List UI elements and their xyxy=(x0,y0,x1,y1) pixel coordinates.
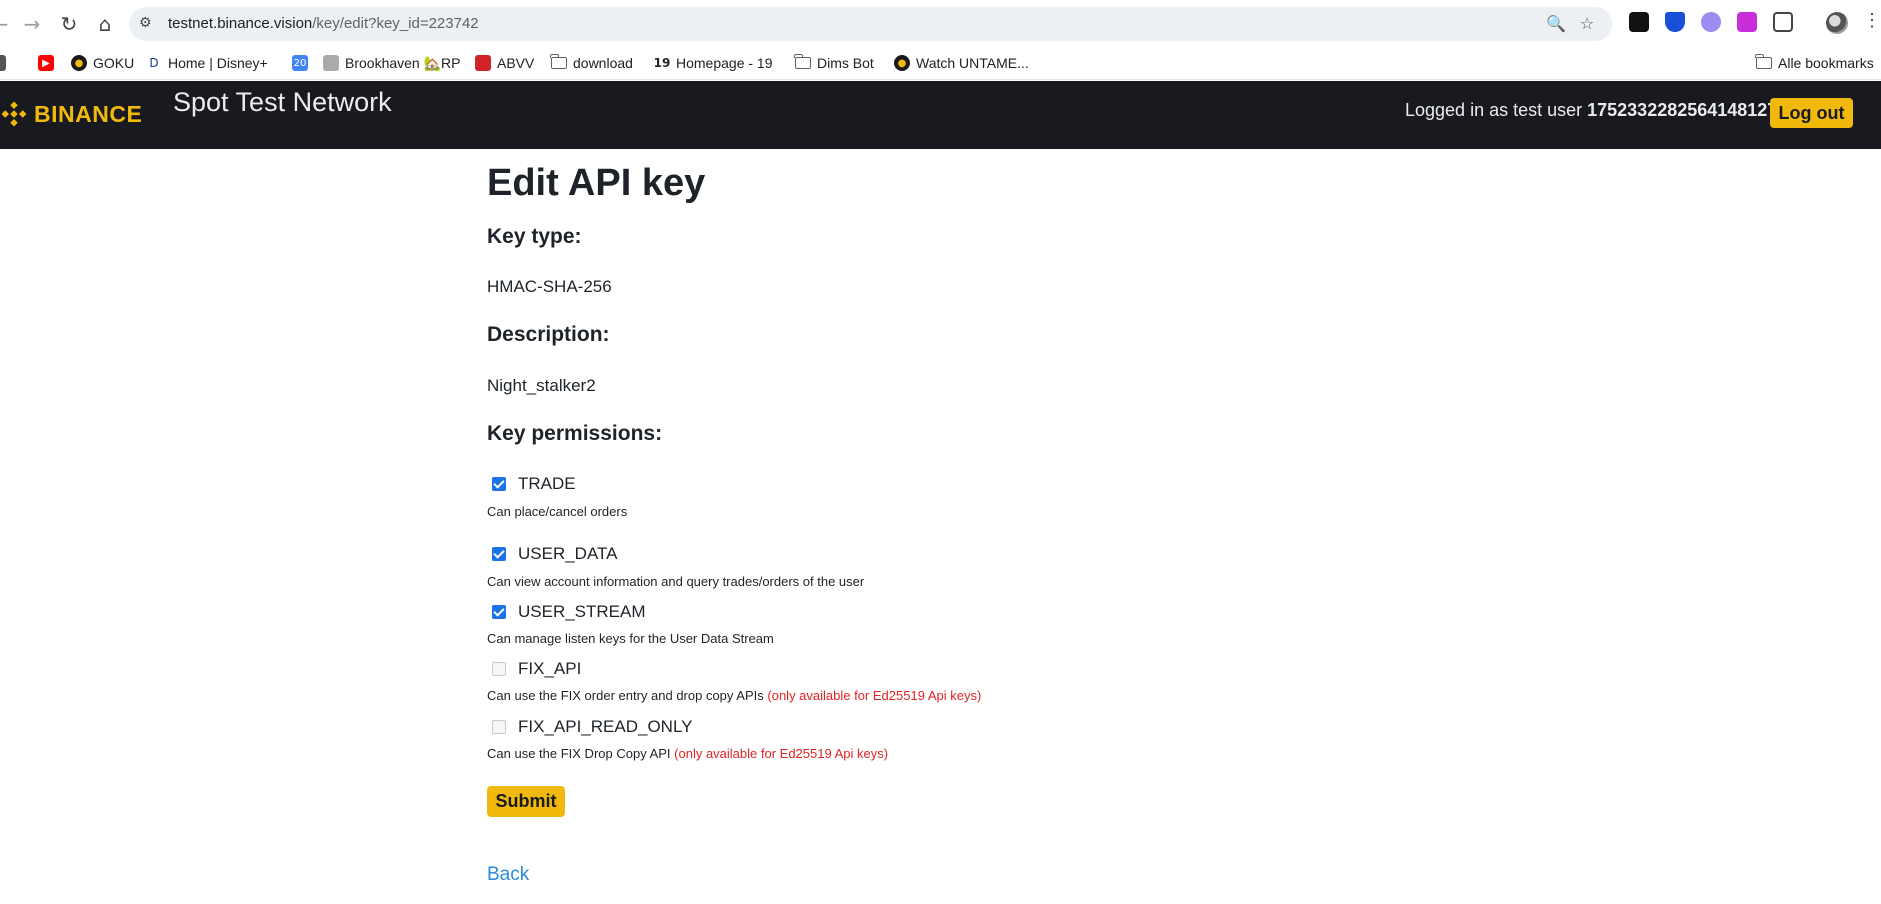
site-info-icon[interactable]: ⚙ xyxy=(139,15,157,33)
permission-name: FIX_API_READ_ONLY xyxy=(518,717,693,736)
folder-icon xyxy=(794,54,811,69)
url-text[interactable]: testnet.binance.vision/key/edit?key_id=2… xyxy=(168,15,479,32)
description-label: Description: xyxy=(487,323,610,346)
bookmark-goku[interactable]: ● GOKU xyxy=(71,52,134,74)
key-permissions-label: Key permissions: xyxy=(487,422,663,445)
avatar[interactable] xyxy=(1826,12,1848,34)
permission-description: Can place/cancel orders xyxy=(487,504,628,519)
permission-description: Can use the FIX order entry and drop cop… xyxy=(487,688,982,703)
fix-api-checkbox[interactable] xyxy=(492,662,506,676)
all-bookmarks[interactable]: Alle bookmarks xyxy=(1755,52,1874,74)
permission-fix-api-read-only: FIX_API_READ_ONLY xyxy=(487,716,692,738)
folder-icon xyxy=(550,54,567,69)
goku-icon: ● xyxy=(71,55,87,71)
forward-arrow-icon[interactable]: → xyxy=(18,10,46,38)
permission-description: Can view account information and query t… xyxy=(487,574,865,589)
bookmark-download[interactable]: download xyxy=(550,52,633,74)
zoom-icon[interactable]: 🔍 xyxy=(1546,14,1566,34)
key-type-value: HMAC-SHA-256 xyxy=(487,277,612,296)
permission-description: Can manage listen keys for the User Data… xyxy=(487,631,774,646)
permission-user-stream: USER_STREAM xyxy=(487,601,646,623)
shield-icon[interactable] xyxy=(1665,12,1685,32)
menu-icon[interactable]: ⋮ xyxy=(1863,10,1881,34)
permission-name: USER_STREAM xyxy=(518,602,646,621)
bookmarks-bar: ▶ ● GOKU D Home | Disney+ 20 Brookhaven 🏡R… xyxy=(0,46,1881,80)
permission-trade: TRADE xyxy=(487,473,576,495)
apps-icon[interactable] xyxy=(0,52,6,74)
login-info: Logged in as test user 17523322825641481… xyxy=(1405,100,1778,120)
abvv-icon xyxy=(475,55,491,71)
user-stream-checkbox[interactable] xyxy=(492,605,506,619)
permission-name: TRADE xyxy=(518,474,576,493)
back-arrow-icon[interactable]: ← xyxy=(0,10,14,38)
back-link[interactable]: Back xyxy=(487,864,529,886)
submit-button[interactable]: Submit xyxy=(487,786,565,817)
permission-name: FIX_API xyxy=(518,659,582,678)
address-bar[interactable]: ⚙ testnet.binance.vision/key/edit?key_id… xyxy=(129,7,1612,41)
extension-square-icon[interactable] xyxy=(1737,12,1757,32)
extension-cloud-icon[interactable] xyxy=(1701,12,1721,32)
logo-text: BINANCE xyxy=(34,100,143,127)
youtube-icon: ▶ xyxy=(38,55,54,71)
bookmark-dims-bot[interactable]: Dims Bot xyxy=(794,52,874,74)
watch-icon: ● xyxy=(894,55,910,71)
bookmark-disney[interactable]: D Home | Disney+ xyxy=(146,52,268,74)
bookmark-brookhaven[interactable]: Brookhaven 🏡RP xyxy=(323,52,461,74)
calendar-icon: 20 xyxy=(292,55,308,71)
home-icon[interactable]: ⌂ xyxy=(91,10,119,38)
logout-button[interactable]: Log out xyxy=(1770,98,1853,128)
extension-chart-icon[interactable] xyxy=(1629,12,1649,32)
binance-logo[interactable]: BINANCE xyxy=(0,98,142,130)
ed25519-note: (only available for Ed25519 Api keys) xyxy=(767,688,982,703)
bookmark-abvv[interactable]: ABVV xyxy=(475,52,534,74)
binance-diamond-icon xyxy=(1,101,27,127)
permission-description: Can use the FIX Drop Copy API (only avai… xyxy=(487,746,889,761)
site-icon: 19 xyxy=(653,55,671,71)
browser-toolbar: ← → ↻ ⌂ ⚙ testnet.binance.vision/key/edi… xyxy=(0,0,1881,46)
reload-icon[interactable]: ↻ xyxy=(55,10,83,38)
description-value: Night_stalker2 xyxy=(487,376,596,395)
user-id: 1752332282564148127 xyxy=(1587,100,1778,120)
disney-icon: D xyxy=(146,55,162,71)
fix-api-read-only-checkbox[interactable] xyxy=(492,720,506,734)
roblox-icon xyxy=(323,55,339,71)
bookmark-youtube[interactable]: ▶ xyxy=(38,52,54,74)
puzzle-icon[interactable] xyxy=(1773,12,1793,32)
site-title[interactable]: Spot Test Network xyxy=(173,87,392,118)
key-type-label: Key type: xyxy=(487,225,582,248)
ed25519-note: (only available for Ed25519 Api keys) xyxy=(674,746,889,761)
page-title: Edit API key xyxy=(487,162,706,204)
star-icon[interactable]: ☆ xyxy=(1577,14,1597,34)
trade-checkbox[interactable] xyxy=(492,477,506,491)
user-data-checkbox[interactable] xyxy=(492,547,506,561)
bookmark-homepage[interactable]: 19 Homepage - 19 xyxy=(654,52,773,74)
permission-user-data: USER_DATA xyxy=(487,543,618,565)
bookmark-watch[interactable]: ● Watch UNTAME... xyxy=(894,52,1029,74)
folder-icon xyxy=(1755,54,1772,69)
permission-fix-api: FIX_API xyxy=(487,658,581,680)
bookmark-calendar[interactable]: 20 xyxy=(292,52,308,74)
permission-name: USER_DATA xyxy=(518,544,618,563)
